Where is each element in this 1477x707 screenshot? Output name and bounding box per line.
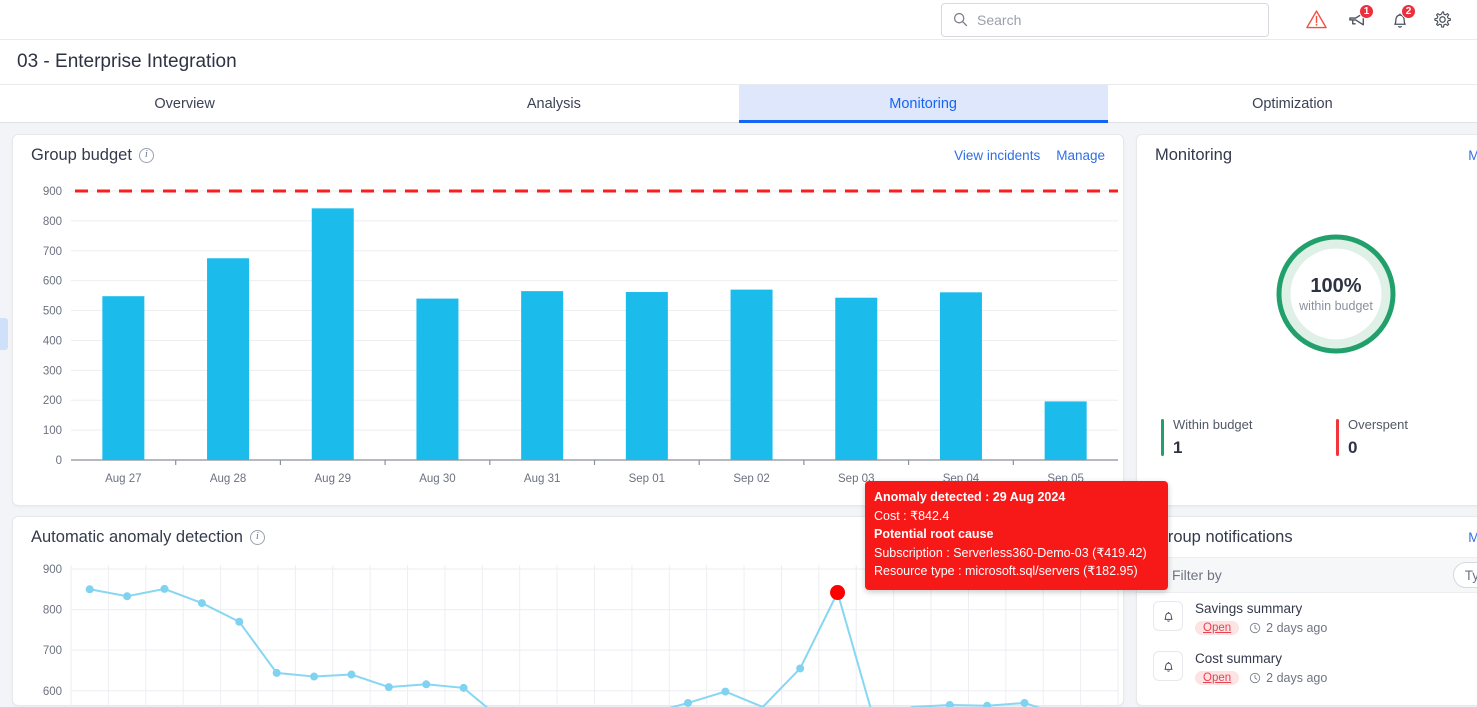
svg-text:0: 0: [56, 455, 62, 467]
notification-meta: Open 2 days ago: [1195, 621, 1327, 635]
group-notifications-card: Group notifications Manage Filter by Typ…: [1136, 516, 1477, 706]
svg-text:Aug 30: Aug 30: [419, 473, 455, 485]
page-title: 03 - Enterprise Integration: [0, 40, 1477, 85]
monitoring-card: Monitoring Manage 100% within budget Wit…: [1136, 134, 1477, 506]
anomaly-tooltip: Anomaly detected : 29 Aug 2024 Cost : ₹8…: [865, 481, 1168, 590]
announcement-badge: 1: [1359, 3, 1374, 19]
svg-text:900: 900: [43, 564, 62, 576]
notifications-list: Savings summary Open 2 days ago Cost sum…: [1137, 593, 1477, 705]
svg-text:Sep 02: Sep 02: [733, 473, 769, 485]
view-incidents-link[interactable]: View incidents: [954, 148, 1040, 163]
svg-text:500: 500: [43, 306, 62, 318]
search-input[interactable]: [977, 11, 1257, 28]
list-item-body: Savings summary Open 2 days ago: [1195, 601, 1327, 635]
anomaly-title-wrap: Automatic anomaly detection i: [31, 528, 265, 547]
status-badge[interactable]: Open: [1195, 671, 1240, 685]
info-icon[interactable]: i: [249, 529, 265, 545]
group-budget-card: Group budget i View incidents Manage 0 10…: [12, 134, 1124, 506]
monitoring-header: Monitoring Manage: [1137, 135, 1477, 175]
tooltip-resource-type: Resource type : microsoft.sql/servers (₹…: [874, 564, 1138, 579]
svg-text:900: 900: [43, 186, 62, 198]
svg-text:700: 700: [43, 246, 62, 258]
group-budget-links: View incidents Manage: [954, 148, 1105, 163]
svg-text:200: 200: [43, 395, 62, 407]
notifications-title: Group notifications: [1155, 527, 1293, 546]
announcement-button[interactable]: 1: [1341, 3, 1375, 37]
clock-icon: [1249, 622, 1261, 634]
svg-text:600: 600: [43, 276, 62, 288]
notification-time-label: 2 days ago: [1266, 671, 1328, 685]
budget-donut: 100% within budget: [1137, 179, 1477, 409]
svg-text:Aug 28: Aug 28: [210, 473, 246, 485]
group-budget-title: Group budget: [31, 145, 132, 164]
tab-optimization[interactable]: Optimization: [1108, 85, 1477, 122]
gear-icon[interactable]: [1425, 3, 1459, 37]
top-bar: 1 2: [0, 0, 1477, 40]
list-item-body: Cost summary Open 2 days ago: [1195, 651, 1327, 685]
tab-bar: Overview Analysis Monitoring Optimizatio…: [0, 85, 1477, 123]
list-item[interactable]: Cost summary Open 2 days ago: [1137, 643, 1477, 693]
notifications-button[interactable]: 2: [1383, 3, 1417, 37]
manage-monitoring-link[interactable]: Manage: [1468, 148, 1477, 163]
filter-by-label: Filter by: [1172, 567, 1222, 583]
tooltip-root-cause-label: Potential root cause: [874, 527, 994, 542]
type-dropdown-label: Type: [1464, 567, 1477, 583]
tab-monitoring[interactable]: Monitoring: [738, 85, 1109, 123]
svg-text:800: 800: [43, 605, 62, 617]
notification-title: Savings summary: [1195, 601, 1303, 616]
svg-text:Aug 29: Aug 29: [315, 473, 351, 485]
tooltip-cost: Cost : ₹842.4: [874, 508, 950, 523]
stat-within-budget-label: Within budget: [1173, 417, 1253, 432]
svg-text:800: 800: [43, 216, 62, 228]
notifications-filter-bar: Filter by Type: [1137, 557, 1477, 593]
group-budget-title-wrap: Group budget i: [31, 146, 154, 165]
stat-overspent: Overspent 0: [1336, 417, 1477, 458]
svg-text:Sep 01: Sep 01: [629, 473, 665, 485]
list-item[interactable]: Savings summary Open 2 days ago: [1137, 593, 1477, 643]
budget-stats: Within budget 1 Overspent 0: [1161, 417, 1477, 458]
group-budget-header: Group budget i View incidents Manage: [13, 135, 1123, 175]
notifications-badge: 2: [1401, 3, 1416, 19]
stat-overspent-label: Overspent: [1348, 417, 1408, 432]
donut-percent: 100%: [1310, 274, 1362, 297]
tooltip-subscription: Subscription : Serverless360-Demo-03 (₹4…: [874, 545, 1147, 560]
stat-within-budget: Within budget 1: [1161, 417, 1336, 458]
manage-notifications-link[interactable]: Manage: [1468, 530, 1477, 545]
sidebar-expand-handle[interactable]: [0, 318, 8, 350]
donut-caption: within budget: [1299, 298, 1373, 313]
notification-time: 2 days ago: [1249, 621, 1327, 635]
monitoring-title: Monitoring: [1155, 145, 1233, 164]
bell-icon: [1153, 601, 1183, 631]
search-box[interactable]: [941, 2, 1269, 37]
notifications-header: Group notifications Manage: [1137, 517, 1477, 557]
notification-meta: Open 2 days ago: [1195, 671, 1327, 685]
anomaly-title: Automatic anomaly detection: [31, 527, 243, 546]
type-dropdown[interactable]: Type: [1452, 562, 1477, 588]
tooltip-heading: Anomaly detected : 29 Aug 2024: [874, 490, 1066, 504]
svg-text:100: 100: [43, 425, 62, 437]
notification-time: 2 days ago: [1249, 671, 1327, 685]
svg-text:Aug 31: Aug 31: [524, 473, 560, 485]
bar-chart-svg: 0 100 200 300 400 500 600 700 800 900 Aug 27 Aug 28…: [43, 186, 1118, 485]
svg-text:700: 700: [43, 645, 62, 657]
group-budget-chart: 0 100 200 300 400 500 600 700 800 900 Aug 27 Aug 28…: [13, 177, 1123, 505]
notification-title: Cost summary: [1195, 651, 1283, 666]
svg-text:Aug 27: Aug 27: [105, 473, 141, 485]
svg-text:600: 600: [43, 686, 62, 698]
tab-analysis[interactable]: Analysis: [369, 85, 738, 122]
status-badge[interactable]: Open: [1195, 621, 1240, 635]
stat-overspent-value: 0: [1348, 438, 1358, 457]
search-icon: [953, 12, 968, 27]
info-icon[interactable]: i: [138, 147, 154, 163]
svg-text:400: 400: [43, 335, 62, 347]
notification-time-label: 2 days ago: [1266, 621, 1328, 635]
warning-triangle-icon[interactable]: [1299, 3, 1333, 37]
tab-overview[interactable]: Overview: [0, 85, 369, 122]
stat-within-budget-value: 1: [1173, 438, 1183, 457]
bell-icon: [1153, 651, 1183, 681]
clock-icon: [1249, 672, 1261, 684]
manage-budget-link[interactable]: Manage: [1056, 148, 1105, 163]
svg-text:300: 300: [43, 365, 62, 377]
donut-center-label: 100% within budget: [1299, 274, 1373, 315]
